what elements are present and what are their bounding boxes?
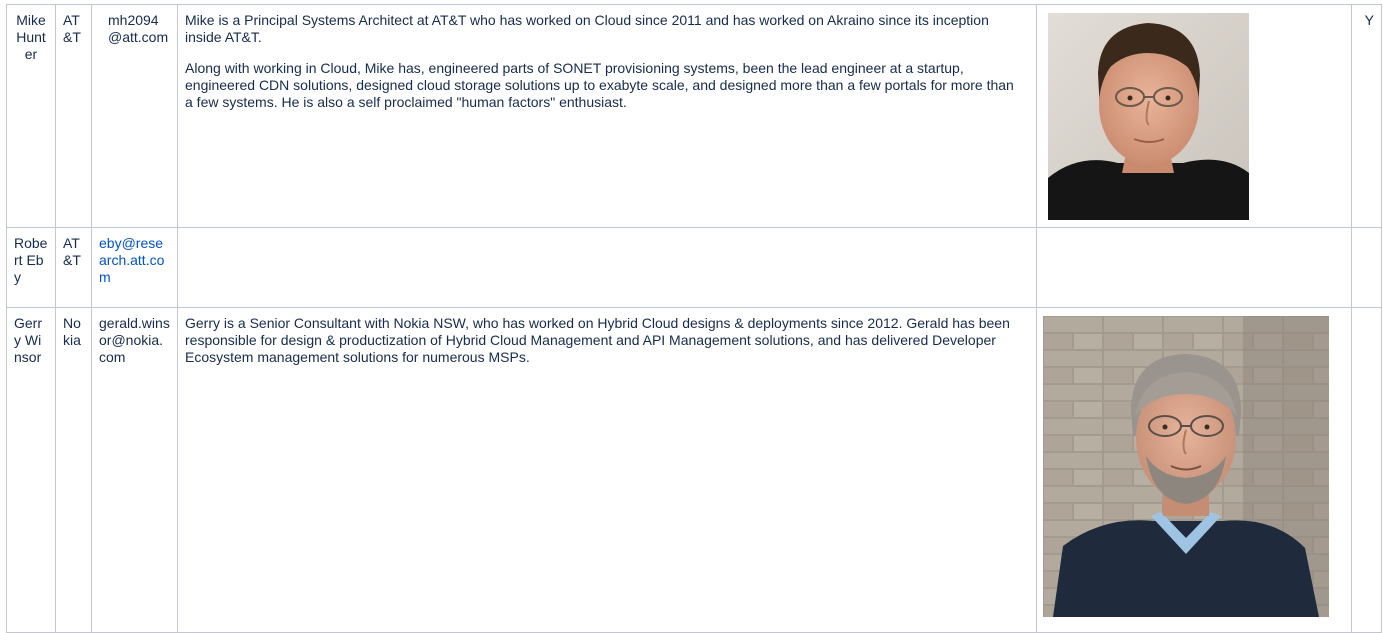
member-email-cell: eby@research.att.com (91, 227, 178, 308)
member-email-cell: gerald.winsor@nokia.com (91, 307, 178, 633)
member-photo-cell (1036, 4, 1352, 228)
member-email: gerald.winsor@nokia.com (99, 315, 170, 365)
member-photo-cell (1036, 307, 1352, 633)
member-bio-cell: Mike is a Principal Systems Architect at… (177, 4, 1037, 228)
table-row: Robert Eby AT&T eby@research.att.com (6, 227, 1382, 308)
member-email: mh2094@att.com (108, 12, 169, 45)
member-company: AT&T (63, 12, 81, 45)
member-company-cell: AT&T (55, 227, 92, 308)
team-members-table: Mike Hunter AT&T mh2094@att.com Mike is … (6, 4, 1382, 633)
table-row: Gerry Winsor Nokia gerald.winsor@nokia.c… (6, 307, 1382, 633)
member-email-cell: mh2094@att.com (91, 4, 178, 228)
member-company: Nokia (63, 315, 81, 348)
member-bio-paragraph: Mike is a Principal Systems Architect at… (185, 12, 989, 45)
member-flag: Y (1364, 12, 1374, 28)
member-company-cell: Nokia (55, 307, 92, 633)
member-company: AT&T (63, 235, 81, 268)
member-email-link[interactable]: eby@research.att.com (99, 235, 164, 285)
table-row: Mike Hunter AT&T mh2094@att.com Mike is … (6, 4, 1382, 228)
member-name: Robert Eby (14, 235, 48, 285)
member-name-cell: Robert Eby (6, 227, 56, 308)
member-flag-cell: Y (1351, 4, 1382, 228)
portrait-photo-icon (1043, 316, 1329, 617)
member-bio-cell: Gerry is a Senior Consultant with Nokia … (177, 307, 1037, 633)
portrait-photo-icon (1048, 13, 1249, 220)
member-name-cell: Gerry Winsor (6, 307, 56, 633)
member-photo-cell (1036, 227, 1352, 308)
member-name: Mike Hunter (16, 12, 46, 62)
member-bio-paragraph: Along with working in Cloud, Mike has, e… (185, 60, 1014, 110)
member-flag-cell (1351, 307, 1382, 633)
member-company-cell: AT&T (55, 4, 92, 228)
member-bio-paragraph: Gerry is a Senior Consultant with Nokia … (185, 315, 1010, 365)
member-flag-cell (1351, 227, 1382, 308)
member-name-cell: Mike Hunter (6, 4, 56, 228)
member-name: Gerry Winsor (14, 315, 42, 365)
member-bio-cell (177, 227, 1037, 308)
